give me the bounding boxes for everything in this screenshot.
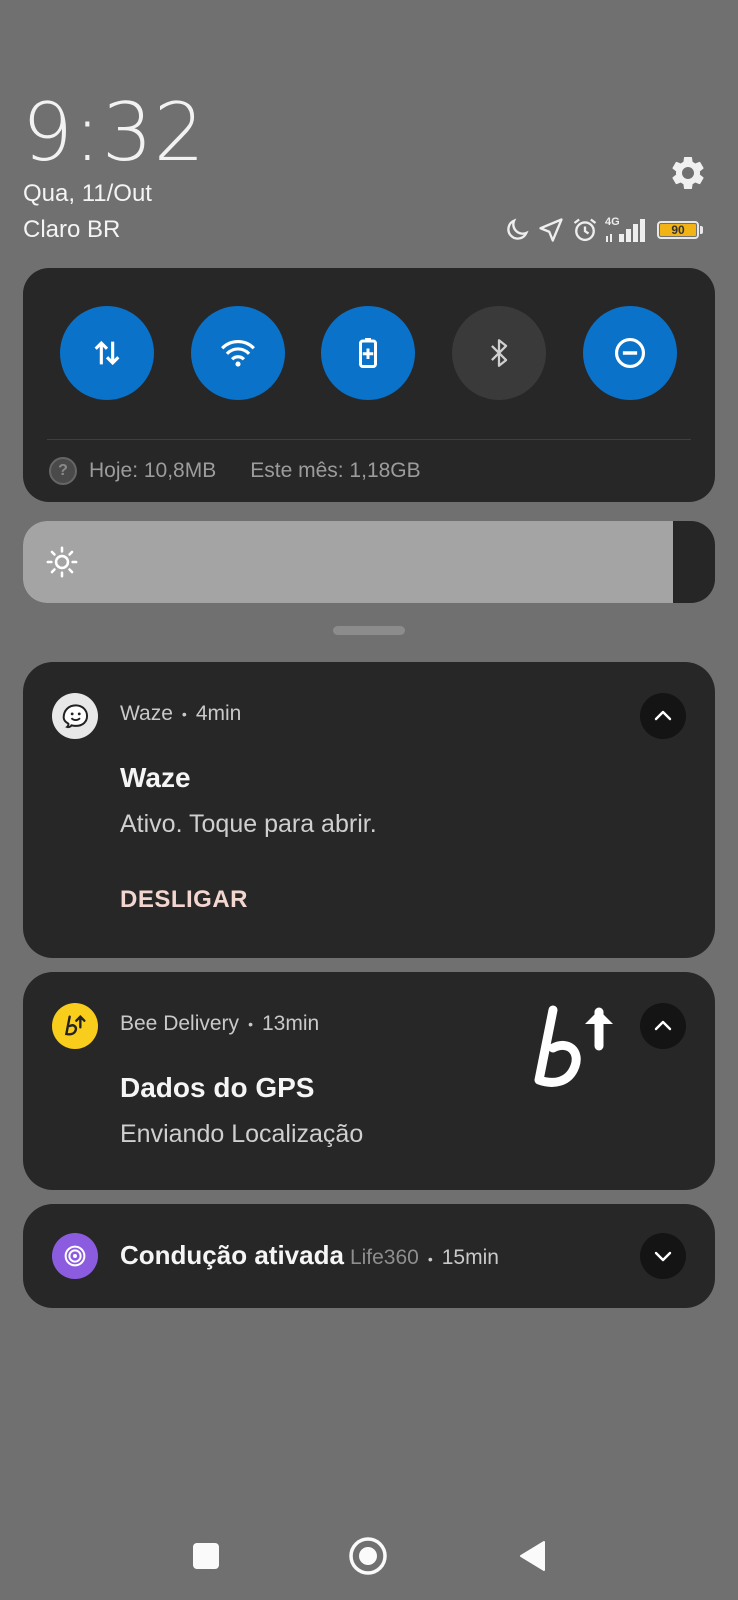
brightness-slider-fill [23, 521, 674, 603]
data-month-label: Este mês: 1,18GB [250, 459, 421, 482]
data-today-label: Hoje: 10,8MB [89, 459, 217, 482]
data-arrows-icon [94, 340, 120, 366]
network-type-label: 4G [605, 216, 620, 228]
notification-bee-delivery[interactable]: Bee Delivery • 13min Dados do GPS Envian… [23, 972, 715, 1190]
notification-waze[interactable]: Waze • 4min Waze Ativo. Toque para abrir… [23, 662, 715, 958]
quick-settings-panel: ? Hoje: 10,8MB Este mês: 1,18GB [23, 268, 715, 502]
notification-header: Bee Delivery • 13min [120, 1012, 319, 1036]
do-not-disturb-toggle[interactable] [583, 306, 677, 400]
chevron-up-icon [654, 710, 672, 721]
notification-header: Waze • 4min [120, 702, 241, 726]
chevron-down-icon [654, 1251, 672, 1262]
battery-saver-toggle[interactable] [321, 306, 415, 400]
wifi-icon [221, 340, 255, 367]
collapse-button[interactable] [640, 1003, 686, 1049]
separator-dot: • [248, 1016, 253, 1032]
data-usage-row[interactable]: ? Hoje: 10,8MB Este mês: 1,18GB [49, 456, 421, 486]
notification-text: Ativo. Toque para abrir. [120, 810, 377, 838]
carrier-label: Claro BR [23, 216, 121, 243]
separator-dot: • [181, 706, 187, 722]
clock-time[interactable]: 9:32 [22, 86, 206, 179]
back-triangle-icon [520, 1541, 545, 1571]
bluetooth-icon [491, 339, 508, 367]
location-arrow-icon [539, 218, 563, 242]
notification-time: 15min [441, 1246, 499, 1269]
panel-drag-handle[interactable] [333, 626, 405, 635]
app-name: Life360 [349, 1246, 419, 1269]
wifi-toggle[interactable] [191, 306, 285, 400]
notification-summary: Condução ativada Life360 • 15min [120, 1240, 499, 1271]
notification-title: Dados do GPS [120, 1072, 315, 1103]
separator-dot: • [427, 1251, 433, 1267]
notification-text: Enviando Localização [120, 1120, 364, 1148]
battery-level: 90 [660, 223, 696, 237]
bee-delivery-large-logo-icon [534, 1005, 613, 1087]
sun-icon [46, 546, 78, 578]
signal-4g-icon: 4G [605, 216, 651, 244]
mobile-data-toggle[interactable] [60, 306, 154, 400]
desligar-button[interactable]: DESLIGAR [120, 886, 248, 914]
bluetooth-toggle[interactable] [452, 306, 546, 400]
app-name: Bee Delivery [120, 1012, 240, 1035]
moon-icon [507, 218, 529, 240]
life360-app-icon [52, 1233, 98, 1279]
expand-button[interactable] [640, 1233, 686, 1279]
home-button[interactable] [348, 1536, 388, 1576]
waze-app-icon [52, 693, 98, 739]
notification-title: Condução ativada [120, 1240, 344, 1270]
square-icon [193, 1543, 219, 1569]
battery-plus-icon [359, 338, 377, 368]
back-button[interactable] [514, 1538, 550, 1574]
alarm-icon [573, 218, 597, 242]
notification-time: 13min [261, 1012, 320, 1035]
status-icons: 4G 90 [503, 214, 703, 246]
quick-settings-divider [47, 439, 691, 440]
recents-button[interactable] [188, 1538, 224, 1574]
notification-title: Waze [120, 762, 191, 793]
help-icon[interactable]: ? [49, 457, 77, 485]
battery-icon: 90 [657, 221, 703, 239]
date-label[interactable]: Qua, 11/Out [23, 180, 152, 208]
app-name: Waze [120, 702, 173, 725]
minus-circle-icon [614, 337, 646, 369]
notification-time: 4min [195, 702, 242, 725]
notification-life360[interactable]: Condução ativada Life360 • 15min [23, 1204, 715, 1308]
settings-gear-icon[interactable] [668, 153, 708, 193]
bee-delivery-app-icon [52, 1003, 98, 1049]
home-circle-icon [349, 1537, 387, 1575]
brightness-slider[interactable] [23, 521, 715, 603]
collapse-button[interactable] [640, 693, 686, 739]
chevron-up-icon [654, 1020, 672, 1031]
